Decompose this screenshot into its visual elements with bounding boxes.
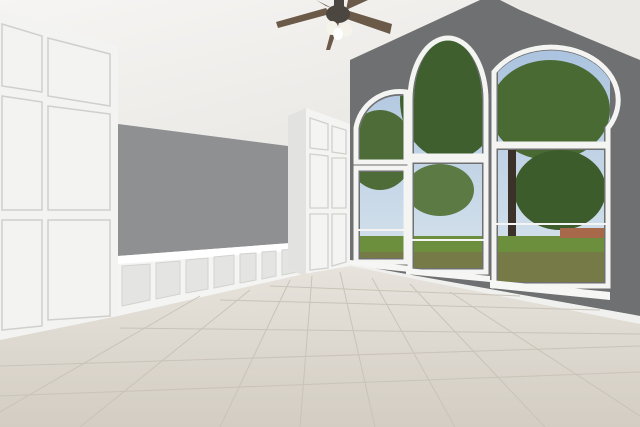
built-in-cabinet-wall — [0, 8, 118, 340]
back-wall — [118, 124, 288, 256]
tall-cabinet — [288, 108, 350, 276]
room-scene — [0, 0, 640, 427]
